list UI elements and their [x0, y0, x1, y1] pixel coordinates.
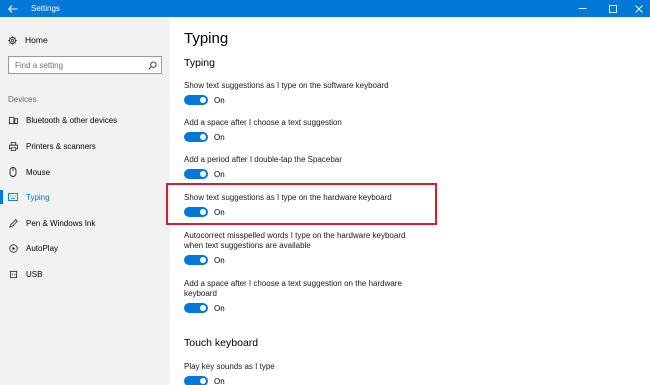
toggle-state-label: On [214, 303, 225, 313]
setting-label: Add a space after I choose a text sugges… [184, 118, 342, 127]
sidebar-item-autoplay[interactable]: AutoPlay [0, 239, 170, 257]
pen-icon [0, 218, 26, 228]
maximize-icon [609, 4, 617, 13]
close-button[interactable] [624, 0, 650, 17]
sidebar-item-label: USB [26, 269, 43, 279]
sidebar-item-bluetooth[interactable]: Bluetooth & other devices [0, 111, 170, 129]
sidebar-item-printers[interactable]: Printers & scanners [0, 137, 170, 155]
toggle-switch[interactable] [184, 376, 208, 385]
home-label: Home [25, 35, 48, 45]
autoplay-icon [0, 243, 26, 253]
toggle-switch[interactable] [184, 255, 208, 265]
toggle-switch[interactable] [184, 169, 208, 179]
sidebar: Home Devices Bluetooth & other devices P… [0, 17, 170, 385]
search-box[interactable] [8, 56, 162, 74]
setting-space-after-suggestion: Add a space after I choose a text sugges… [184, 118, 424, 142]
setting-period-double-tap: Add a period after I double-tap the Spac… [184, 155, 424, 179]
setting-label: Autocorrect misspelled words I type on t… [184, 231, 406, 250]
sidebar-item-usb[interactable]: USB [0, 265, 170, 283]
sidebar-item-label: AutoPlay [26, 243, 59, 253]
toggle-state-label: On [214, 376, 225, 385]
highlight-box [166, 183, 437, 225]
section-title-touch-keyboard: Touch keyboard [184, 337, 259, 349]
setting-space-hardware: Add a space after I choose a text sugges… [184, 279, 420, 313]
toggle-state-label: On [214, 169, 225, 179]
page-title: Typing [184, 30, 229, 47]
window-title: Settings [31, 4, 60, 13]
sidebar-item-label: Pen & Windows Ink [26, 218, 96, 228]
setting-label: Show text suggestions as I type on the s… [184, 81, 389, 90]
sidebar-item-pen[interactable]: Pen & Windows Ink [0, 214, 170, 232]
setting-software-suggestions: Show text suggestions as I type on the s… [184, 81, 424, 105]
title-bar: Settings [0, 0, 650, 17]
toggle-switch[interactable] [184, 132, 208, 142]
setting-label: Add a period after I double-tap the Spac… [184, 155, 342, 164]
setting-autocorrect-hardware: Autocorrect misspelled words I type on t… [184, 231, 420, 265]
close-icon [635, 4, 643, 13]
minimize-button[interactable] [567, 0, 597, 17]
back-arrow-icon [8, 4, 18, 13]
toggle-state-label: On [214, 95, 225, 105]
minimize-icon [578, 8, 586, 9]
search-input[interactable] [9, 60, 143, 70]
section-title-typing: Typing [184, 57, 215, 69]
sidebar-item-mouse[interactable]: Mouse [0, 163, 170, 181]
sidebar-item-label: Printers & scanners [26, 141, 96, 151]
sidebar-item-label: Mouse [26, 167, 51, 177]
home-nav-item[interactable]: Home [8, 33, 48, 47]
bluetooth-icon [0, 116, 26, 125]
toggle-state-label: On [214, 132, 225, 142]
mouse-icon [0, 167, 26, 177]
keyboard-icon [0, 193, 26, 201]
printer-icon [0, 141, 26, 151]
back-button[interactable] [0, 0, 26, 17]
setting-label: Add a space after I choose a text sugges… [184, 279, 402, 298]
toggle-state-label: On [214, 255, 225, 265]
gear-icon [8, 35, 17, 45]
sidebar-item-label: Typing [26, 192, 50, 202]
setting-key-sounds: Play key sounds as I type On [184, 362, 424, 385]
search-icon[interactable] [143, 60, 161, 70]
setting-label: Play key sounds as I type [184, 362, 275, 371]
sidebar-item-label: Bluetooth & other devices [26, 115, 118, 125]
sidebar-item-typing[interactable]: Typing [0, 188, 170, 206]
section-label-devices: Devices [8, 95, 37, 104]
toggle-switch[interactable] [184, 95, 208, 105]
toggle-switch[interactable] [184, 303, 208, 313]
usb-icon [0, 270, 26, 279]
